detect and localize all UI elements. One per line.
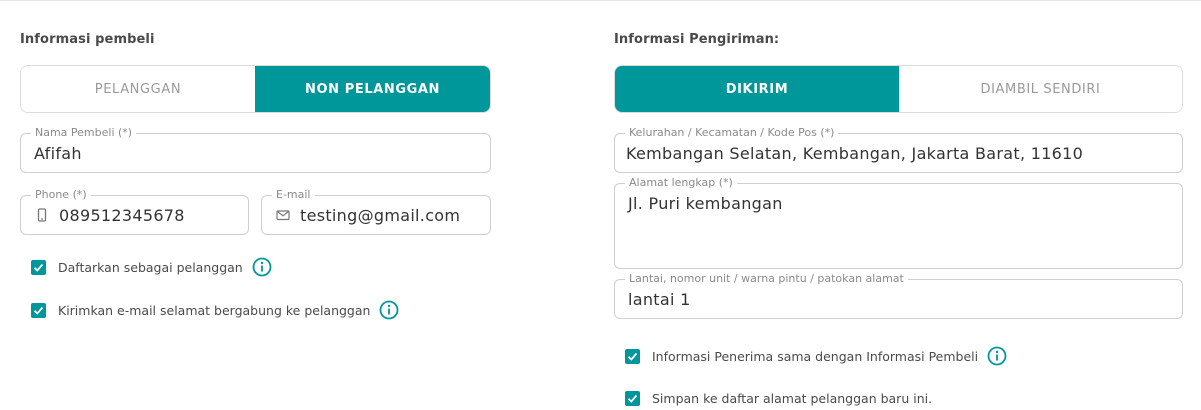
register-customer-label: Daftarkan sebagai pelanggan — [58, 259, 243, 275]
same-as-buyer-label: Informasi Penerima sama dengan Informasi… — [652, 348, 979, 364]
phone-value: 089512345678 — [59, 206, 185, 225]
welcome-email-row: Kirimkan e-mail selamat bergabung ke pel… — [31, 299, 399, 321]
save-address-checkbox[interactable] — [625, 390, 640, 406]
area-value: Kembangan Selatan, Kembangan, Jakarta Ba… — [626, 144, 1084, 163]
area-label: Kelurahan / Kecamatan / Kode Pos (*) — [625, 126, 839, 140]
address-detail-field[interactable]: Lantai, nomor unit / warna pintu / patok… — [614, 272, 1183, 319]
address-textarea[interactable]: Alamat lengkap (*) Jl. Puri kembangan — [614, 176, 1183, 269]
buyer-name-field[interactable]: Nama Pembeli (*) Afifah — [20, 126, 491, 173]
welcome-email-checkbox[interactable] — [31, 302, 46, 318]
same-as-buyer-row: Informasi Penerima sama dengan Informasi… — [625, 345, 1007, 367]
tab-diambil-sendiri[interactable]: DIAMBIL SENDIRI — [899, 66, 1182, 112]
mail-icon — [276, 210, 290, 221]
email-value: testing@gmail.com — [300, 206, 461, 225]
buyer-name-label: Nama Pembeli (*) — [31, 126, 137, 140]
same-as-buyer-checkbox[interactable] — [625, 348, 640, 364]
phone-field[interactable]: Phone (*) 089512345678 — [20, 188, 249, 235]
area-field[interactable]: Kelurahan / Kecamatan / Kode Pos (*) Kem… — [614, 126, 1183, 173]
phone-label: Phone (*) — [31, 188, 91, 202]
tab-pelanggan[interactable]: PELANGGAN — [21, 66, 255, 112]
tab-dikirim[interactable]: DIKIRIM — [615, 66, 899, 112]
address-detail-label: Lantai, nomor unit / warna pintu / patok… — [625, 272, 908, 286]
info-icon[interactable] — [252, 257, 272, 277]
check-icon — [627, 352, 638, 361]
shipping-method-toggle: DIKIRIM DIAMBIL SENDIRI — [614, 65, 1183, 113]
top-divider — [0, 0, 1201, 1]
info-icon[interactable] — [379, 300, 399, 320]
address-detail-value: lantai 1 — [628, 290, 691, 309]
email-label: E-mail — [272, 188, 315, 202]
buyer-type-toggle: PELANGGAN NON PELANGGAN — [20, 65, 491, 113]
address-label: Alamat lengkap (*) — [625, 176, 737, 190]
shipping-heading: Informasi Pengiriman: — [614, 32, 780, 47]
save-address-label: Simpan ke daftar alamat pelanggan baru i… — [652, 390, 933, 406]
save-address-row: Simpan ke daftar alamat pelanggan baru i… — [625, 387, 932, 409]
email-field[interactable]: E-mail testing@gmail.com — [261, 188, 491, 235]
buyer-heading: Informasi pembeli — [20, 32, 155, 47]
check-icon — [33, 306, 44, 315]
welcome-email-label: Kirimkan e-mail selamat bergabung ke pel… — [58, 302, 371, 318]
register-customer-checkbox[interactable] — [31, 259, 46, 275]
check-icon — [33, 263, 44, 272]
register-customer-row: Daftarkan sebagai pelanggan — [31, 256, 272, 278]
phone-icon — [37, 208, 47, 222]
check-icon — [627, 394, 638, 403]
address-value: Jl. Puri kembangan — [628, 194, 783, 213]
tab-non-pelanggan[interactable]: NON PELANGGAN — [255, 66, 490, 112]
info-icon[interactable] — [987, 346, 1007, 366]
buyer-name-value: Afifah — [34, 144, 82, 163]
